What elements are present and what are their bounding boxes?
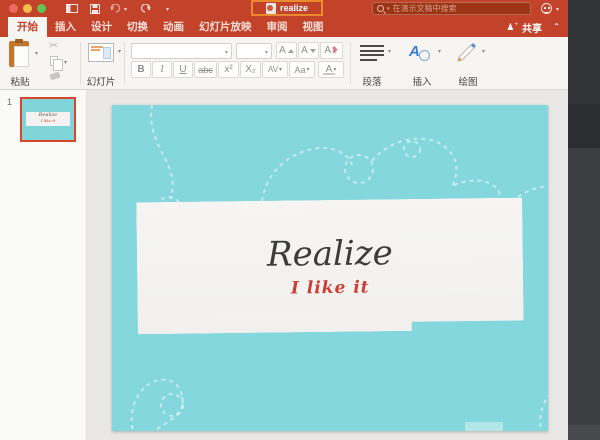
paste-icon[interactable] — [9, 41, 29, 67]
draw-label[interactable]: 绘图 — [444, 74, 492, 88]
copy-icon[interactable] — [50, 56, 58, 66]
close-button[interactable] — [9, 4, 18, 13]
minimize-button[interactable] — [23, 4, 32, 13]
slide-subtitle[interactable]: I like it — [137, 276, 523, 301]
ribbon-toolbar: ▾ 粘贴 ✂ ▾ ▾ 幻灯片 ▾ ▾ A A A❥ B I U abc x² X… — [0, 37, 568, 90]
strikethrough-button[interactable]: abc — [194, 61, 217, 78]
tab-review[interactable]: 审阅 — [267, 17, 288, 37]
powerpoint-icon — [266, 3, 276, 14]
superscript-button[interactable]: x² — [218, 61, 239, 78]
cut-icon[interactable]: ✂ — [49, 39, 58, 52]
copy-dropdown-icon[interactable]: ▾ — [64, 59, 67, 66]
grow-font-button[interactable]: A — [276, 42, 297, 59]
smiley-dropdown-icon[interactable]: ▾ — [556, 6, 559, 13]
slide-title[interactable]: Realize — [137, 232, 523, 277]
character-spacing-button[interactable]: AV▾ — [262, 61, 288, 78]
font-size-select[interactable]: ▾ — [236, 43, 272, 59]
slide-canvas: Realize I like it — [87, 90, 568, 440]
content-area: 1 Realize I like it — [0, 90, 568, 440]
subscript-button[interactable]: X₂ — [240, 61, 261, 78]
search-placeholder: 在演示文稿中搜索 — [393, 3, 457, 14]
new-slide-icon[interactable] — [88, 43, 114, 62]
slide-thumbnail[interactable]: Realize I like it — [20, 97, 76, 142]
document-title: realize — [280, 3, 308, 13]
collapse-ribbon-icon[interactable]: ⌃ — [553, 22, 560, 31]
zoom-button[interactable] — [37, 4, 46, 13]
slide-number: 1 — [7, 97, 12, 107]
titlebar: ▾ ▾ realize ▾ 在演示文稿中搜索 ▾ — [0, 0, 568, 17]
slide-thumbnail-panel: 1 Realize I like it — [0, 90, 87, 440]
sidebar-toggle-icon[interactable] — [66, 4, 78, 13]
draw-dropdown-icon[interactable]: ▾ — [482, 48, 485, 55]
clear-formatting-button[interactable]: A❥ — [320, 42, 343, 59]
search-dropdown-icon[interactable]: ▾ — [387, 6, 390, 12]
document-title-annotation: realize — [251, 0, 323, 16]
italic-button[interactable]: I — [152, 61, 172, 78]
insert-dropdown-icon[interactable]: ▾ — [438, 48, 441, 55]
share-person-icon: ♟+ — [506, 22, 518, 33]
tab-insert[interactable]: 插入 — [55, 17, 76, 37]
undo-dropdown-icon[interactable]: ▾ — [124, 6, 127, 13]
search-icon — [377, 5, 384, 12]
draw-pencil-icon[interactable] — [455, 42, 479, 64]
slide-editor[interactable]: Realize I like it — [112, 105, 548, 431]
slides-label[interactable]: 幻灯片 — [76, 74, 126, 88]
shrink-font-button[interactable]: A — [298, 42, 319, 59]
bold-button[interactable]: B — [131, 61, 151, 78]
clear-format-swash-icon: ❥ — [331, 45, 339, 56]
ribbon-tab-bar: 开始 插入 设计 切换 动画 幻灯片放映 审阅 视图 ♟+ 共享 ⌃ — [0, 17, 568, 37]
tab-view[interactable]: 视图 — [303, 17, 324, 37]
font-color-button[interactable]: A▾ — [318, 61, 344, 78]
underline-button[interactable]: U — [173, 61, 193, 78]
tab-transitions[interactable]: 切换 — [127, 17, 148, 37]
toolbar-options-dropdown-icon[interactable]: ▾ — [166, 6, 169, 13]
powerpoint-window: ▾ ▾ realize ▾ 在演示文稿中搜索 ▾ 开始 插入 设计 切换 动画 … — [0, 0, 568, 440]
undo-icon[interactable] — [110, 4, 121, 13]
insert-wordart-icon[interactable]: A — [409, 43, 435, 63]
thumbnail-band: Realize I like it — [26, 112, 70, 126]
format-painter-icon[interactable] — [49, 71, 60, 80]
paste-dropdown-icon[interactable]: ▾ — [35, 50, 38, 57]
paragraph-icon[interactable] — [360, 45, 384, 63]
share-button[interactable]: ♟+ 共享 — [506, 17, 542, 37]
insert-label[interactable]: 插入 — [398, 74, 446, 88]
font-color-bar-icon — [323, 73, 335, 76]
new-slide-dropdown-icon[interactable]: ▾ — [118, 48, 121, 55]
paragraph-label[interactable]: 段落 — [348, 74, 396, 88]
feedback-smiley-icon[interactable] — [541, 3, 552, 14]
tab-slideshow[interactable]: 幻灯片放映 — [199, 17, 252, 37]
desktop-background — [568, 0, 600, 440]
search-input[interactable]: ▾ 在演示文稿中搜索 — [372, 2, 531, 15]
title-paper-band[interactable]: Realize I like it — [136, 198, 524, 335]
paragraph-dropdown-icon[interactable]: ▾ — [388, 48, 391, 55]
save-icon[interactable] — [90, 4, 100, 14]
tab-design[interactable]: 设计 — [91, 17, 112, 37]
slide-corner-placeholder — [465, 422, 503, 431]
font-name-select[interactable]: ▾ — [131, 43, 232, 59]
paste-label[interactable]: 粘贴 — [1, 74, 39, 88]
tab-animations[interactable]: 动画 — [163, 17, 184, 37]
change-case-button[interactable]: Aa▾ — [289, 61, 315, 78]
redo-icon[interactable] — [140, 4, 151, 13]
tab-home[interactable]: 开始 — [8, 17, 47, 37]
